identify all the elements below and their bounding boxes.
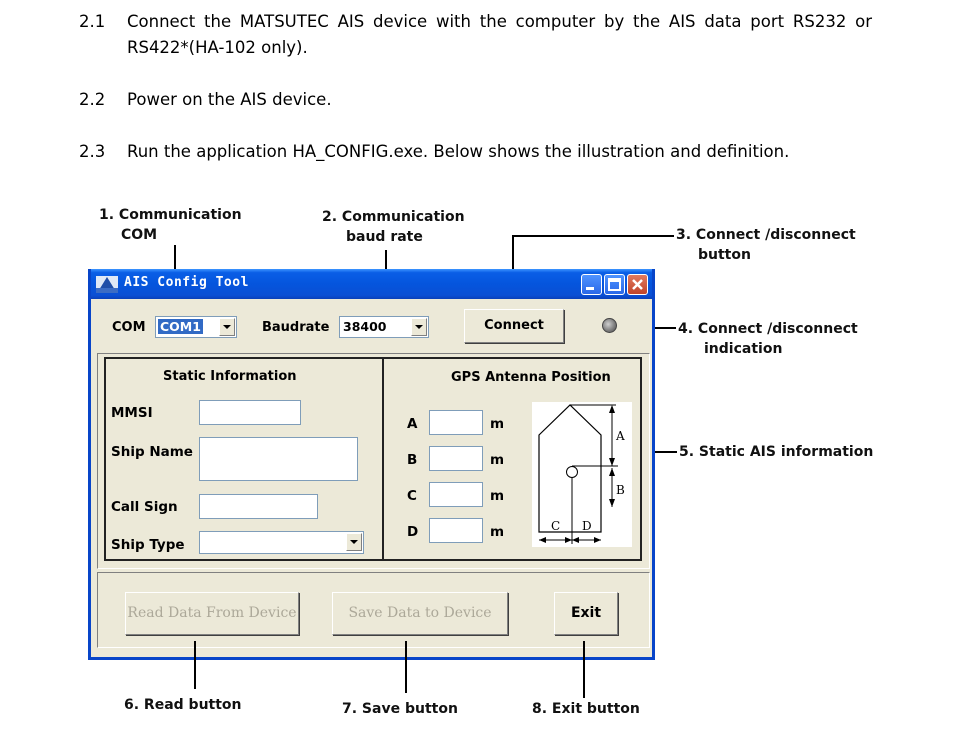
close-button[interactable] [627,274,648,295]
gps-a-input[interactable] [429,410,483,435]
callout-text: 7. Save button [342,701,458,717]
diagram-label-c: C [551,519,560,533]
read-data-button[interactable]: Read Data From Device [125,592,299,635]
step-number: 2.3 [79,142,106,161]
callout-connect-indication: 4. Connect /disconnect indication [678,319,858,359]
baudrate-value: 38400 [343,319,387,334]
callout-text: indication [704,341,783,357]
gps-a-unit: m [490,416,505,432]
connection-indicator [602,318,617,333]
callout-text: 2. Communication [322,209,465,225]
minimize-button[interactable] [581,274,602,295]
window-title: AIS Config Tool [124,275,249,290]
callout-static-ais: 5. Static AIS information [679,442,873,462]
step-2-1: 2.1 Connect the MATSUTEC AIS device with… [0,9,961,63]
com-value: COM1 [158,319,203,334]
callout-text: COM [121,227,158,243]
step-text: Run the application HA_CONFIG.exe. Below… [127,142,790,161]
save-data-button[interactable]: Save Data to Device [332,592,508,635]
gps-b-unit: m [490,452,505,468]
antenna-position-diagram: A B C D [532,402,632,547]
com-select[interactable]: COM1 [155,316,237,338]
callout-text: 8. Exit button [532,701,640,717]
mmsi-input[interactable] [199,400,301,425]
diagram-label-d: D [582,519,592,533]
ship-type-label: Ship Type [111,537,185,553]
dropdown-arrow-icon[interactable] [346,533,362,551]
callout-text: 3. Connect /disconnect [676,227,856,243]
step-text: Power on the AIS device. [127,90,332,109]
callout-text: 5. Static AIS information [679,444,874,460]
leader-line [405,641,407,693]
mmsi-label: MMSI [111,405,153,421]
com-label: COM [112,320,146,335]
maximize-icon [608,278,621,291]
callout-communication-com: 1. Communication COM [99,205,242,245]
call-sign-label: Call Sign [111,499,178,515]
gps-title: GPS Antenna Position [451,370,611,385]
ship-logo-icon [96,276,118,293]
callout-text: 6. Read button [124,697,242,713]
baudrate-label: Baudrate [262,320,330,335]
connect-button[interactable]: Connect [464,309,564,343]
maximize-button[interactable] [604,274,625,295]
exit-button[interactable]: Exit [554,592,618,635]
gps-d-input[interactable] [429,518,483,543]
dropdown-arrow-icon[interactable] [411,318,427,336]
callout-text: 1. Communication [99,207,242,223]
static-info-title: Static Information [163,369,297,384]
leader-line [583,641,585,698]
step-number: 2.1 [79,12,106,31]
gps-b-input[interactable] [429,446,483,471]
leader-line [194,641,196,689]
callout-connect-button: 3. Connect /disconnect button [676,225,856,265]
callout-text: button [698,247,751,263]
ais-config-window: AIS Config Tool COM COM1 Baudrate 38400 … [88,269,655,660]
dropdown-arrow-icon[interactable] [219,318,235,336]
ship-type-select[interactable] [199,531,364,554]
step-number: 2.2 [79,90,106,109]
gps-c-unit: m [490,488,505,504]
callout-baud-rate: 2. Communication baud rate [322,207,465,247]
step-2-3: 2.3 Run the application HA_CONFIG.exe. B… [0,139,961,165]
callout-exit-button: 8. Exit button [532,699,640,719]
call-sign-input[interactable] [199,494,318,519]
callout-read-button: 6. Read button [124,695,242,715]
minimize-icon [586,287,594,290]
step-2-2: 2.2 Power on the AIS device. [0,87,961,113]
ship-name-input[interactable] [199,437,358,481]
diagram-label-b: B [616,483,625,497]
callout-save-button: 7. Save button [342,699,458,719]
gps-d-unit: m [490,524,505,540]
step-text: Connect the MATSUTEC AIS device with the… [127,12,872,57]
gps-a-label: A [407,416,418,432]
static-information-panel: Static Information MMSI Ship Name Call S… [104,357,384,561]
ship-name-label: Ship Name [111,444,193,460]
callout-text: baud rate [346,229,423,245]
gps-c-input[interactable] [429,482,483,507]
gps-antenna-panel: GPS Antenna Position A m B m C m D m A B… [382,357,642,561]
close-icon [632,279,643,290]
gps-d-label: D [407,524,419,540]
leader-line [512,235,674,237]
gps-c-label: C [407,488,417,504]
callout-text: 4. Connect /disconnect [678,321,858,337]
baudrate-select[interactable]: 38400 [339,316,429,338]
diagram-label-a: A [615,429,625,443]
gps-b-label: B [407,452,418,468]
title-bar[interactable]: AIS Config Tool [91,269,652,299]
